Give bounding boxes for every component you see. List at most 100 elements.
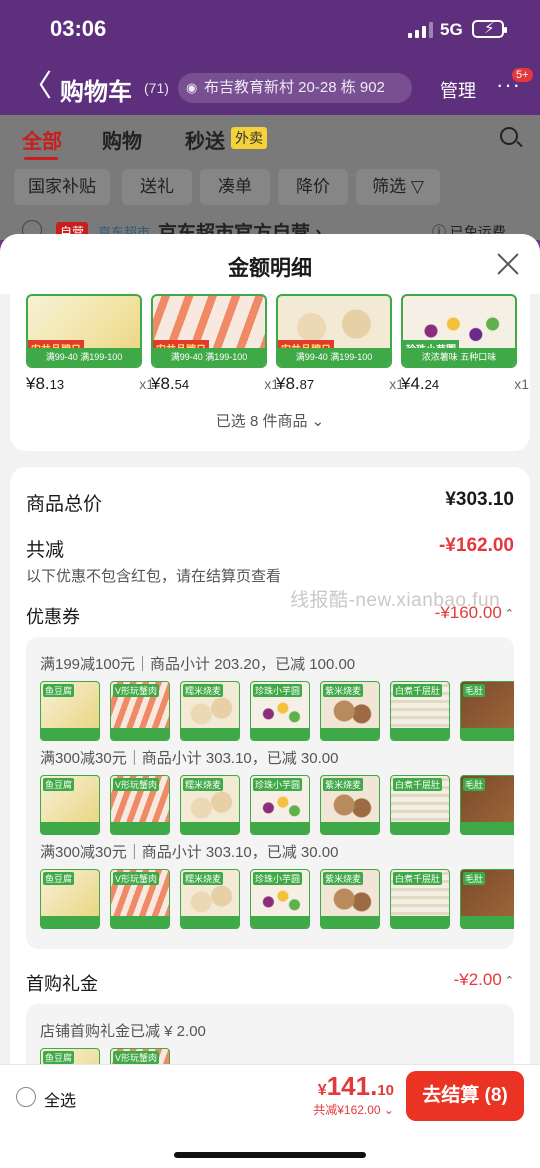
filter-chip[interactable]: 送礼: [122, 169, 192, 205]
manage-button[interactable]: 管理: [440, 77, 476, 103]
page-title: 购物车: [60, 79, 132, 106]
filter-chip[interactable]: 国家补贴: [14, 169, 110, 205]
product-label: V形玩蟹肉: [113, 778, 160, 791]
product-caption-strip: [181, 728, 239, 740]
item-price: ¥8.13: [26, 374, 65, 393]
status-bar: 03:06 5G ⚡: [0, 0, 540, 60]
product-caption-strip: [321, 916, 379, 928]
filter-chip[interactable]: 凑单: [200, 169, 270, 205]
tab-all[interactable]: 全部: [22, 125, 62, 154]
product-thumbnail: 毛肚: [460, 869, 514, 929]
filter-bar: 国家补贴 送礼 凑单 降价 筛选 ▽: [0, 165, 540, 210]
product-thumbnail: 珍珠小芋圆: [250, 775, 310, 835]
product-thumbnail: V形玩蟹肉: [110, 775, 170, 835]
product-thumbnail: 紫米烧麦: [320, 775, 380, 835]
coupon-label: 优惠券: [26, 607, 80, 627]
product-thumbnail: 安井品牌日 满99-40 满199-100: [151, 294, 267, 368]
filter-chip[interactable]: 筛选 ▽: [356, 169, 440, 205]
amount-detail-sheet: 金额明细 安井品牌日 满99-40 满199-100 ¥8.13 x1 安井品牌…: [0, 234, 540, 1168]
product-label: 珍珠小芋圆: [253, 684, 303, 697]
item-price: ¥8.87: [276, 374, 315, 393]
product-label: 糯米烧麦: [183, 872, 224, 885]
select-all-label[interactable]: 全选: [44, 1087, 76, 1111]
coupon-breakdown: 满199减100元｜商品小计 203.20，已减 100.00 鱼豆腐 V形玩蟹肉…: [26, 637, 514, 949]
takeout-tag: 外卖: [231, 127, 267, 149]
coupon-line: 满300减30元｜商品小计 303.10，已减 30.00: [40, 750, 339, 767]
product-thumbnail: 紫米烧麦: [320, 869, 380, 929]
product-label: 糯米烧麦: [183, 684, 224, 697]
price-detail-card: 商品总价 ¥303.10 共减 -¥162.00 以下优惠不包含红包，请在结算页…: [10, 467, 530, 1168]
saved-amount-toggle[interactable]: 共减¥162.00 ⌄: [313, 1101, 394, 1118]
discount-note: 以下优惠不包含红包，请在结算页查看: [26, 568, 282, 585]
select-all-checkbox[interactable]: [16, 1087, 36, 1107]
product-thumbnail: 毛肚: [460, 775, 514, 835]
coupon-line: 满199减100元｜商品小计 203.20，已减 100.00: [40, 656, 356, 673]
battery-icon: ⚡: [472, 20, 507, 38]
product-label: 白煮千层肚: [393, 684, 443, 697]
search-icon[interactable]: [500, 127, 518, 145]
total-value: ¥303.10: [445, 489, 514, 510]
network-label: 5G: [440, 20, 463, 39]
address-selector[interactable]: ◉ 布吉教育新村 20-28 栋 902: [178, 73, 412, 103]
product-label: 鱼豆腐: [43, 778, 75, 791]
item-qty: x1: [514, 376, 529, 392]
product-thumbnail: 毛肚: [460, 681, 514, 741]
goods-item[interactable]: 珍珠小芋圆 浓浓薯味 五种口味 ¥4.24 x1: [401, 294, 529, 394]
promo-caption: 满99-40 满199-100: [28, 348, 140, 366]
product-caption-strip: [41, 822, 99, 834]
promo-caption: 浓浓薯味 五种口味: [403, 348, 515, 366]
item-price: ¥4.24: [401, 374, 440, 393]
product-label: 毛肚: [463, 872, 486, 885]
back-icon[interactable]: 〈: [22, 72, 52, 102]
product-caption-strip: [391, 728, 449, 740]
product-label: 鱼豆腐: [43, 684, 75, 697]
tab-underline: [24, 157, 58, 160]
cart-navbar: 〈 购物车 (71) ◉ 布吉教育新村 20-28 栋 902 管理 ··· 5+: [0, 60, 540, 115]
message-badge: 5+: [512, 68, 533, 82]
product-label: 紫米烧麦: [323, 684, 364, 697]
product-caption-strip: [41, 728, 99, 740]
goods-item[interactable]: 安井品牌日 满99-40 满199-100 ¥8.87 x1: [276, 294, 404, 394]
tab-shopping[interactable]: 购物: [102, 125, 142, 154]
product-label: 鱼豆腐: [43, 1051, 75, 1064]
tab-instant[interactable]: 秒送: [185, 125, 225, 154]
filter-chip[interactable]: 降价: [278, 169, 348, 205]
goods-item[interactable]: 安井品牌日 满99-40 满199-100 ¥8.54 x1: [151, 294, 279, 394]
product-label: 紫米烧麦: [323, 778, 364, 791]
product-thumbnail: 安井品牌日 满99-40 满199-100: [26, 294, 142, 368]
home-indicator: [174, 1152, 366, 1158]
chevron-up-icon: ⌃: [504, 975, 514, 988]
product-caption-strip: [251, 822, 309, 834]
product-label: 白煮千层肚: [393, 872, 443, 885]
product-thumbnail: 安井品牌日 满99-40 满199-100: [276, 294, 392, 368]
product-thumbnail: V形玩蟹肉: [110, 681, 170, 741]
total-amount: ¥141.10: [317, 1071, 394, 1101]
product-thumbnail: 鱼豆腐: [40, 681, 100, 741]
status-time: 03:06: [50, 16, 107, 41]
chevron-up-icon: ⌃: [504, 608, 514, 621]
checkout-button[interactable]: 去结算 (8): [406, 1071, 524, 1121]
product-caption-strip: [391, 916, 449, 928]
product-caption-strip: [181, 916, 239, 928]
goods-item[interactable]: 安井品牌日 满99-40 满199-100 ¥8.13 x1: [26, 294, 154, 394]
selected-goods-card: 安井品牌日 满99-40 满199-100 ¥8.13 x1 安井品牌日 满99…: [10, 294, 530, 451]
gift-value-toggle[interactable]: -¥2.00 ⌃: [454, 970, 514, 990]
product-caption-strip: [391, 822, 449, 834]
coupon-line: 满300减30元｜商品小计 303.10，已减 30.00: [40, 844, 339, 861]
coupon-value-toggle[interactable]: -¥160.00 ⌃: [435, 603, 514, 623]
product-thumbnail: 珍珠小芋圆 浓浓薯味 五种口味: [401, 294, 517, 368]
sheet-title: 金额明细: [228, 257, 312, 280]
product-thumbnail: 糯米烧麦: [180, 775, 240, 835]
product-thumbnail: 糯米烧麦: [180, 869, 240, 929]
close-icon[interactable]: [496, 252, 520, 276]
product-label: V形玩蟹肉: [113, 684, 160, 697]
product-thumbnail: 鱼豆腐: [40, 775, 100, 835]
selected-count-toggle[interactable]: 已选 8 件商品 ⌄: [10, 410, 530, 431]
product-label: V形玩蟹肉: [113, 1051, 160, 1064]
discount-value: -¥162.00: [438, 535, 514, 556]
product-caption-strip: [41, 916, 99, 928]
product-label: V形玩蟹肉: [113, 872, 160, 885]
product-thumbnail: 紫米烧麦: [320, 681, 380, 741]
product-thumbnail: 白煮千层肚: [390, 869, 450, 929]
promo-caption: 满99-40 满199-100: [278, 348, 390, 366]
